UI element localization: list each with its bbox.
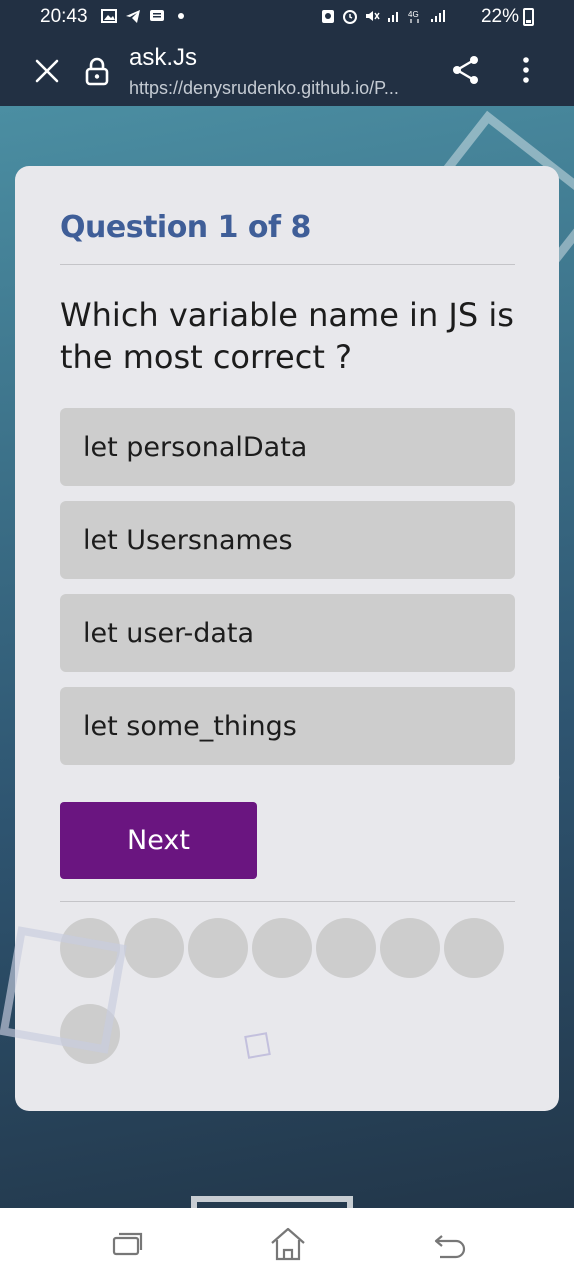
battery-indicator: 22% xyxy=(481,6,534,28)
progress-dot xyxy=(380,918,440,978)
back-icon[interactable] xyxy=(430,1226,470,1262)
alarm-icon xyxy=(343,10,357,24)
message-icon xyxy=(150,10,164,21)
signal-icon xyxy=(388,12,398,22)
decorative-square xyxy=(191,1196,353,1208)
dot-icon xyxy=(178,13,184,19)
page-title: ask.Js xyxy=(129,44,198,71)
signal-strength-icon xyxy=(431,10,445,22)
security-icon xyxy=(322,10,334,23)
4g-icon: 4G xyxy=(408,10,419,23)
decorative-square xyxy=(244,1032,271,1059)
divider xyxy=(60,901,515,902)
more-options-icon[interactable] xyxy=(514,54,538,86)
question-text: Which variable name in JS is the most co… xyxy=(60,296,514,376)
progress-dot xyxy=(188,918,248,978)
page-url[interactable]: https://denysrudenko.github.io/P... xyxy=(129,78,399,99)
gallery-icon xyxy=(101,9,117,23)
progress-dots xyxy=(60,918,520,1086)
svg-text:4G: 4G xyxy=(408,10,419,19)
home-icon[interactable] xyxy=(268,1226,308,1262)
status-time: 20:43 xyxy=(40,6,88,27)
answer-option[interactable]: let Usersnames xyxy=(60,501,515,579)
recent-apps-icon[interactable] xyxy=(108,1226,148,1262)
answer-list: let personalData let Usersnames let user… xyxy=(60,408,515,780)
lock-icon[interactable] xyxy=(85,56,109,86)
progress-dot xyxy=(316,918,376,978)
status-bar: 20:43 4G 22% xyxy=(0,0,574,36)
system-icons: 4G xyxy=(320,8,446,24)
answer-option[interactable]: let personalData xyxy=(60,408,515,486)
progress-dot xyxy=(444,918,504,978)
battery-icon xyxy=(523,8,534,26)
next-button[interactable]: Next xyxy=(60,802,257,879)
mute-icon xyxy=(366,11,380,21)
battery-level: 22% xyxy=(480,6,519,27)
decorative-square xyxy=(0,926,127,1054)
divider xyxy=(60,264,515,265)
close-icon[interactable] xyxy=(32,56,62,86)
progress-dot xyxy=(252,918,312,978)
progress-dot xyxy=(124,918,184,978)
navigation-bar xyxy=(0,1208,574,1280)
answer-option[interactable]: let some_things xyxy=(60,687,515,765)
answer-option[interactable]: let user-data xyxy=(60,594,515,672)
browser-toolbar: ask.Js https://denysrudenko.github.io/P.… xyxy=(0,36,574,106)
question-counter: Question 1 of 8 xyxy=(60,210,311,245)
share-icon[interactable] xyxy=(450,54,482,86)
telegram-icon xyxy=(126,10,140,23)
notification-icons xyxy=(101,8,189,24)
